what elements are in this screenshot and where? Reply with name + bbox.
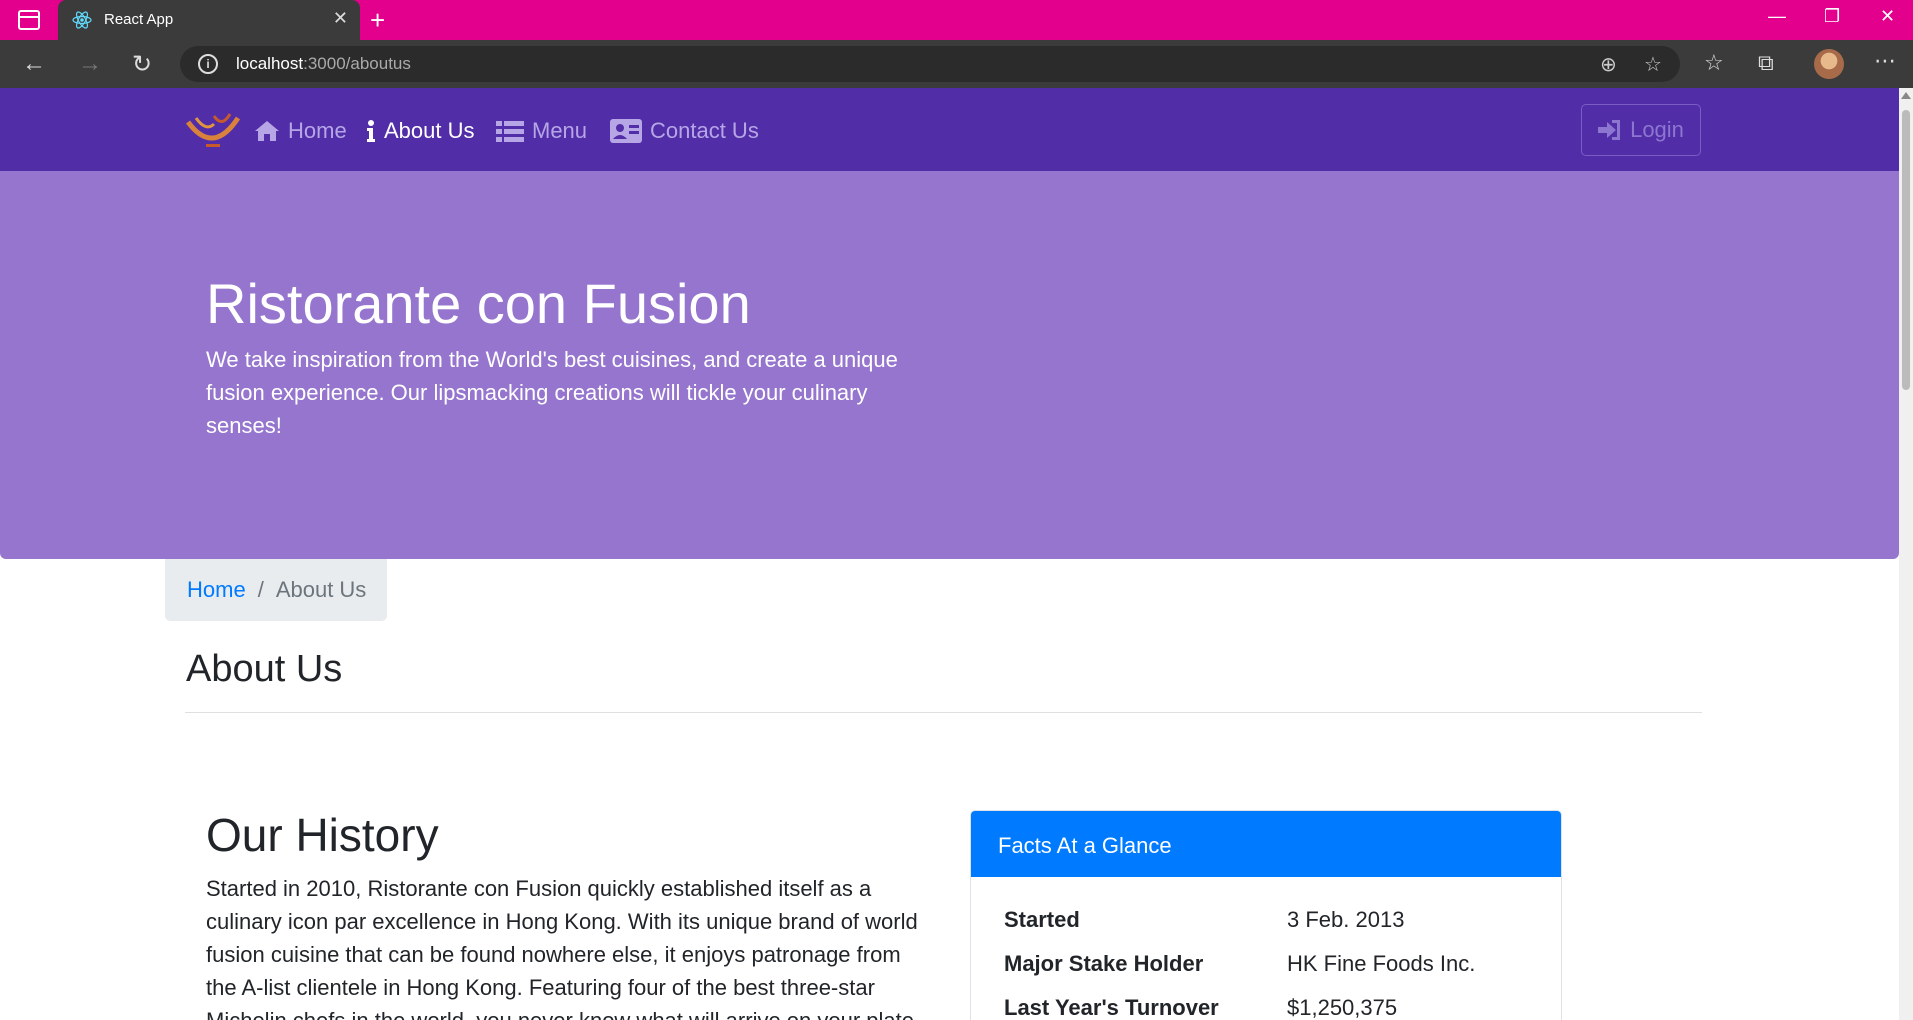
jumbotron-text: We take inspiration from the World's bes… [206, 347, 898, 438]
nav-home[interactable]: Home [254, 118, 347, 144]
breadcrumb-current: About Us [275, 577, 367, 602]
nav-menu[interactable]: Menu [496, 118, 587, 144]
history-text: Started in 2010, Ristorante con Fusion q… [206, 876, 918, 1020]
breadcrumb: Home / About Us [165, 559, 387, 621]
fact-label: Last Year's Turnover [1004, 995, 1219, 1020]
nav-about-us[interactable]: About Us [366, 118, 475, 144]
scroll-thumb[interactable] [1902, 110, 1910, 390]
react-icon [72, 11, 92, 29]
scroll-up-icon[interactable] [1901, 92, 1911, 99]
close-window-icon[interactable]: ✕ [1880, 6, 1895, 27]
navbar: Home About Us Menu Contact Us Login [0, 88, 1899, 171]
fact-label: Major Stake Holder [1004, 951, 1204, 976]
home-icon [255, 121, 279, 141]
tab-actions-icon[interactable] [18, 10, 40, 30]
zoom-icon[interactable]: ⊕ [1600, 52, 1617, 77]
breadcrumb-separator: / [257, 577, 264, 602]
fact-label: Started [1004, 907, 1080, 932]
close-tab-icon[interactable]: ✕ [333, 8, 348, 29]
fact-value: 3 Feb. 2013 [1287, 907, 1405, 932]
profile-avatar[interactable] [1814, 49, 1844, 79]
restore-icon[interactable]: ❐ [1824, 6, 1840, 27]
sign-in-icon [1598, 120, 1621, 140]
page-viewport: Home About Us Menu Contact Us Login Rist… [0, 88, 1899, 1020]
back-icon[interactable]: ← [22, 50, 46, 78]
minimize-icon[interactable]: — [1768, 6, 1786, 27]
brand-logo[interactable] [184, 108, 242, 152]
site-info-icon[interactable]: i [198, 54, 218, 74]
more-icon[interactable]: ⋯ [1874, 48, 1896, 74]
browser-tabstrip: React App ✕ + — ❐ ✕ [0, 0, 1913, 40]
refresh-icon[interactable]: ↻ [132, 50, 152, 79]
jumbotron: Ristorante con Fusion We take inspiratio… [0, 171, 1899, 559]
fact-value: HK Fine Foods Inc. [1287, 951, 1476, 976]
favorites-icon[interactable]: ☆ [1704, 50, 1724, 76]
new-tab-icon[interactable]: + [370, 5, 385, 36]
divider [185, 712, 1702, 713]
fact-value: $1,250,375 [1287, 995, 1398, 1020]
browser-tab[interactable]: React App ✕ [58, 0, 360, 40]
collections-icon[interactable]: ⧉ [1758, 50, 1774, 76]
tab-title: React App [104, 11, 174, 28]
add-favorite-icon[interactable]: ☆ [1644, 52, 1662, 77]
forward-icon[interactable]: → [78, 50, 102, 78]
info-icon [367, 120, 375, 142]
url-text: localhost:3000/aboutus [236, 54, 411, 73]
list-icon [496, 121, 524, 142]
page-title: About Us [186, 648, 343, 690]
nav-contact-us[interactable]: Contact Us [610, 118, 759, 144]
facts-card: Facts At a Glance Started 3 Feb. 2013 Ma… [970, 810, 1562, 1020]
address-card-icon [610, 119, 642, 143]
facts-card-header: Facts At a Glance [971, 811, 1561, 877]
page-scrollbar[interactable] [1899, 88, 1913, 1020]
jumbotron-title: Ristorante con Fusion [206, 272, 751, 335]
address-bar-row: ← → ↻ i localhost:3000/aboutus ⊕ ☆ ☆ ⧉ ⋯ [0, 40, 1913, 88]
url-field[interactable]: i localhost:3000/aboutus ⊕ ☆ [180, 46, 1680, 82]
breadcrumb-home-link[interactable]: Home [187, 577, 246, 603]
history-title: Our History [206, 809, 439, 861]
login-button[interactable]: Login [1581, 104, 1701, 156]
